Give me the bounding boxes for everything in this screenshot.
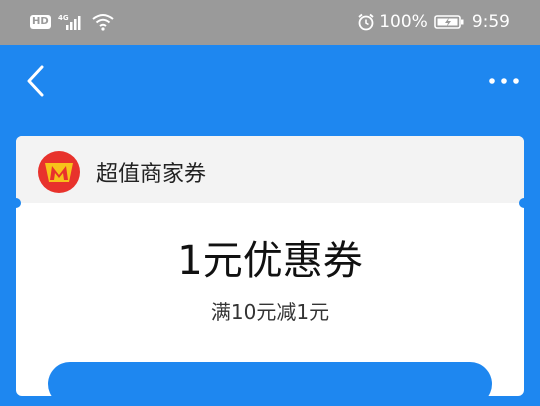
network-type-label: 4G [58, 14, 69, 22]
chevron-left-icon[interactable] [22, 63, 52, 99]
merchant-name: 超值商家券 [96, 162, 207, 187]
coupon-title: 1元优惠券 [177, 238, 363, 284]
battery-percent: 100% [379, 12, 428, 32]
nav-bar [0, 45, 540, 117]
more-horizontal-icon[interactable] [486, 72, 522, 90]
card-header: 超值商家券 [16, 136, 524, 203]
status-bar: HD 4G 100% 9:59 [0, 0, 540, 45]
alarm-icon [358, 13, 374, 31]
coupon-condition: 满10元减1元 [210, 300, 330, 324]
card-notch-left [11, 198, 21, 208]
m-logo-icon [38, 151, 80, 193]
coupon-action-button[interactable] [48, 362, 492, 406]
hd-icon: HD [30, 15, 51, 29]
status-left: HD 4G [30, 12, 114, 32]
card-notch-right [519, 198, 529, 208]
status-right: 100% 9:59 [357, 11, 510, 33]
coupon-card: 超值商家券 1元优惠券 满10元减1元 [11, 136, 529, 406]
wifi-icon [92, 14, 114, 31]
battery-charging-icon [434, 15, 464, 29]
cellular-signal-icon: 4G [58, 14, 81, 30]
clock-time: 9:59 [471, 12, 510, 32]
